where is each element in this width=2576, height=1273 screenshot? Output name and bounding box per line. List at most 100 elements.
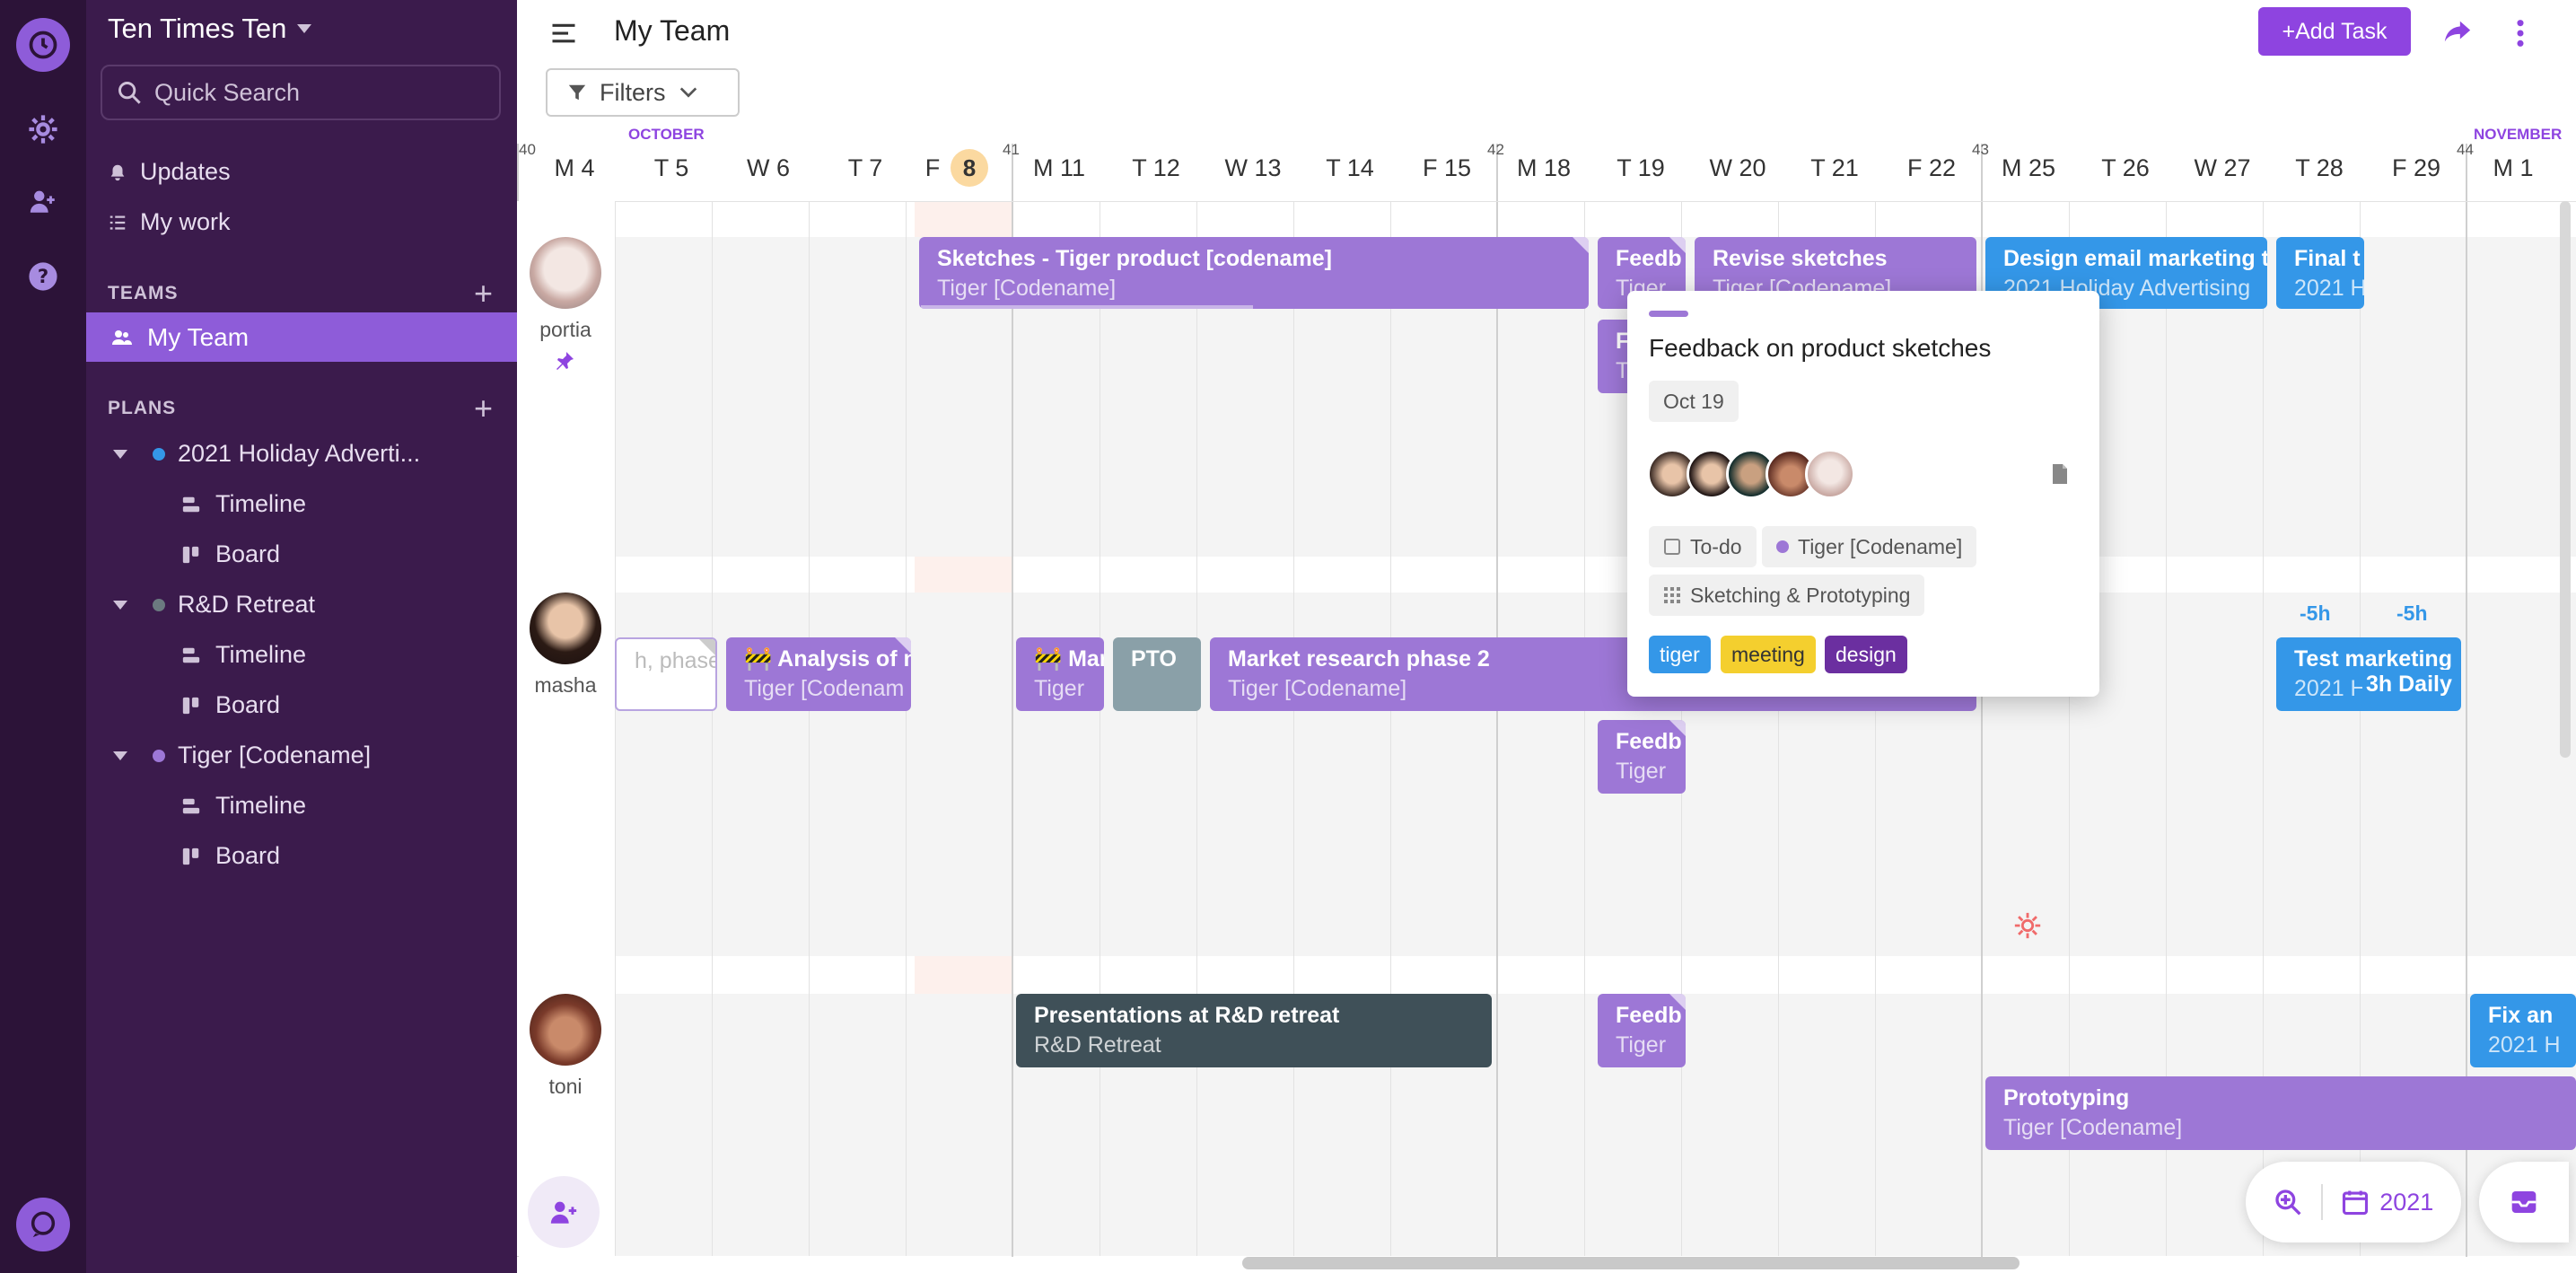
plan-tiger-board[interactable]: Board [181,842,280,870]
day-header: F 15 [1422,154,1472,181]
plan-tiger-codename[interactable]: Tiger [Codename] [113,742,371,769]
task-corner [1573,237,1589,253]
task-title: Presentations at R&D retreat [1034,1003,1340,1028]
avatar[interactable] [530,994,601,1066]
avatar[interactable] [530,593,601,664]
header-divider [517,201,2576,202]
sidebar-item-my-team[interactable]: My Team [86,312,517,362]
task-corner [895,637,911,654]
task-sketches[interactable]: Sketches - Tiger product [codename] Tige… [919,237,1589,309]
task-final[interactable]: Final t 2021 H [2276,237,2364,309]
tag-meeting[interactable]: meeting [1721,636,1816,673]
task-title: Sketches - Tiger product [codename] [937,246,1332,271]
add-team-icon[interactable]: + [474,275,494,312]
zoom-in-icon[interactable] [2274,1188,2302,1216]
task-detail-popup[interactable]: Feedback on product sketches Oct 19 To-d… [1627,291,2099,697]
logo-icon[interactable] [16,18,70,72]
plan-rd-timeline[interactable]: Timeline [181,641,306,669]
plan-rd-retreat[interactable]: R&D Retreat [113,591,315,619]
inbox-icon [2511,1191,2537,1213]
plan-tiger-timeline[interactable]: Timeline [181,792,306,820]
task-title: h, phase [635,648,717,673]
add-plan-icon[interactable]: + [474,390,494,427]
status-chip[interactable]: To-do [1649,526,1757,567]
zoom-year-control: 2021 [2246,1162,2461,1242]
workspace-switcher[interactable]: Ten Times Ten [108,13,312,45]
task-title: 🚧 Mar [1034,646,1104,672]
more-options-icon[interactable] [2515,18,2526,53]
avatar[interactable] [530,237,601,309]
task-corner [699,639,715,655]
task-title: Final t [2294,246,2361,271]
day-header: F 22 [1906,154,1957,181]
horizontal-scrollbar[interactable] [1242,1257,2020,1269]
nav-my-work[interactable]: My work [108,208,231,236]
plan-holiday-advertising[interactable]: 2021 Holiday Adverti... [113,440,420,468]
budget-indicator: -5h [2396,601,2428,625]
tag-tiger[interactable]: tiger [1649,636,1711,673]
task-subtitle: 2021 H [2488,1032,2561,1058]
task-title: PTO [1131,646,1177,672]
filters-label: Filters [600,78,666,106]
task-fix[interactable]: Fix an 2021 H [2470,994,2576,1067]
plan-chip[interactable]: Tiger [Codename] [1762,526,1977,567]
plan-name: Tiger [Codename] [178,742,372,768]
help-icon[interactable]: ? [18,251,68,302]
day-header: T 7 [847,154,883,181]
plan-holiday-timeline[interactable]: Timeline [181,490,306,518]
nav-updates[interactable]: Updates [108,158,231,186]
task-analysis[interactable]: 🚧 Analysis of m Tiger [Codenam [726,637,911,711]
people-icon[interactable] [18,176,68,226]
search-input[interactable]: Quick Search [101,65,501,120]
add-person-button[interactable] [528,1176,600,1248]
teams-heading-label: TEAMS [108,283,179,303]
day-header: M 18 [1516,154,1572,181]
person-name: toni [548,1075,583,1098]
plan-color-dot [153,598,165,611]
task-market[interactable]: 🚧 Mar Tiger [1016,637,1104,711]
workspace-name: Ten Times Ten [108,13,287,44]
grid-icon [1664,587,1680,603]
day-header: T 19 [1617,154,1665,181]
task-research-phase[interactable]: h, phase [615,637,717,711]
chevron-down-icon[interactable] [113,751,127,760]
plan-name: 2021 Holiday Adverti... [178,440,421,467]
gear-icon[interactable] [18,104,68,154]
task-feedback[interactable]: Feedb Tiger [1598,720,1686,794]
plan-rd-board[interactable]: Board [181,691,280,719]
plan-color-dot [153,447,165,461]
menu-toggle-icon[interactable] [549,20,578,51]
year-picker[interactable]: 2021 [2342,1189,2433,1216]
share-icon[interactable] [2441,16,2474,51]
plans-heading: PLANS + [108,390,494,427]
day-header: T 12 [1132,154,1180,181]
day-header: W 13 [1224,154,1282,181]
vertical-scrollbar[interactable] [2560,201,2571,758]
avatar[interactable] [1805,449,1855,499]
stage-label: Sketching & Prototyping [1690,583,1911,607]
task-prototyping[interactable]: Prototyping Tiger [Codename] [1985,1076,2576,1150]
popup-title: Feedback on product sketches [1649,334,1992,362]
stage-chip[interactable]: Sketching & Prototyping [1649,575,1925,616]
plan-color-dot [153,749,165,762]
chevron-down-icon[interactable] [113,600,127,610]
task-subtitle: Tiger [1616,1032,1667,1058]
task-title: Revise sketches [1713,246,1888,271]
chevron-down-icon[interactable] [113,449,127,459]
pin-icon[interactable] [554,350,575,376]
task-title: Feedb [1616,246,1682,271]
column-line [712,201,713,1256]
plan-holiday-board[interactable]: Board [181,540,280,568]
day-header: F 29 [2391,154,2441,181]
chat-icon[interactable] [16,1198,70,1251]
date-chip[interactable]: Oct 19 [1649,381,1739,422]
inbox-button[interactable] [2479,1162,2569,1242]
task-pto[interactable]: PTO [1113,637,1201,711]
task-feedback[interactable]: Feedb Tiger [1598,994,1686,1067]
tag-design[interactable]: design [1825,636,1907,673]
document-icon[interactable] [2051,463,2069,489]
task-presentations[interactable]: Presentations at R&D retreat R&D Retreat [1016,994,1492,1067]
list-icon [110,215,126,230]
add-task-button[interactable]: +Add Task [2258,7,2411,56]
filters-button[interactable]: Filters [546,68,740,117]
